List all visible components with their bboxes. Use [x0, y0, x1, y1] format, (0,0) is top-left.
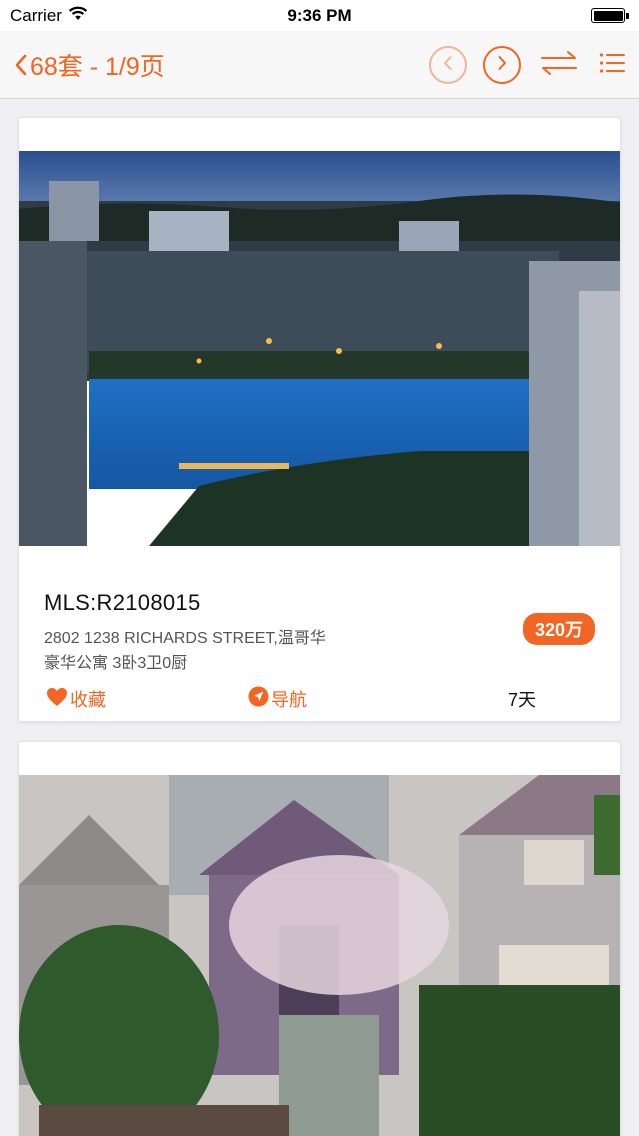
list-icon	[599, 51, 625, 80]
navigation-arrow-icon	[248, 686, 271, 712]
status-left: Carrier	[10, 6, 88, 26]
battery-icon	[591, 8, 629, 23]
navigate-button[interactable]: 导航	[248, 684, 307, 714]
back-button[interactable]: 68套 - 1/9页	[14, 31, 165, 99]
mls-number: MLS:R2108015	[44, 590, 201, 615]
listing-address: 2802 1238 RICHARDS STREET,温哥华	[44, 630, 326, 647]
chevron-left-circle-icon	[441, 54, 455, 77]
listing-card[interactable]	[18, 741, 621, 1136]
listing-photo[interactable]	[19, 151, 621, 546]
page-title: 68套 - 1/9页	[30, 53, 165, 81]
swap-arrows-icon	[538, 48, 580, 83]
previous-page-button[interactable]	[429, 46, 467, 84]
listing-details: 豪华公寓 3卧3卫0厨	[44, 655, 188, 672]
status-bar: Carrier 9:36 PM	[0, 0, 639, 31]
chevron-right-circle-icon	[495, 54, 509, 77]
favorite-button[interactable]: 收藏	[46, 684, 106, 714]
carrier-label: Carrier	[10, 5, 62, 25]
sort-button[interactable]	[537, 46, 581, 84]
listing-actions: 收藏 导航 7天	[19, 684, 620, 714]
listing-photo[interactable]	[19, 775, 621, 1136]
chevron-left-icon	[14, 53, 28, 77]
price-badge: 320万	[522, 613, 595, 645]
days-on-market: 7天	[508, 690, 537, 710]
list-view-button[interactable]	[597, 46, 627, 84]
navigate-label: 导航	[271, 690, 307, 710]
heart-icon	[46, 687, 70, 712]
favorite-label: 收藏	[70, 690, 106, 710]
next-page-button[interactable]	[483, 46, 521, 84]
nav-bar: 68套 - 1/9页	[0, 31, 639, 99]
nav-actions	[429, 31, 627, 99]
wifi-icon	[68, 6, 88, 26]
status-time: 9:36 PM	[287, 5, 352, 25]
listing-card[interactable]: MLS:R2108015 2802 1238 RICHARDS STREET,温…	[18, 117, 621, 722]
